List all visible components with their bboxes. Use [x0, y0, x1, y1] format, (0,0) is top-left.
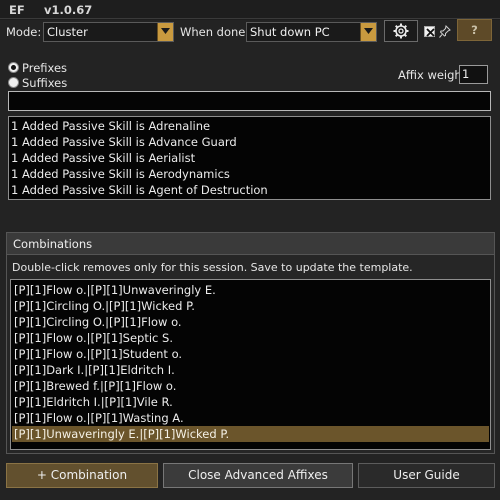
- pin-icon[interactable]: [439, 25, 451, 38]
- list-item[interactable]: [P][1]Eldritch I.|[P][1]Vile R.: [14, 394, 173, 410]
- list-item[interactable]: 1 Added Passive Skill is Agent of Destru…: [11, 182, 268, 198]
- affix-weight-label: Affix weight: [398, 68, 467, 82]
- list-item[interactable]: [P][1]Flow o.|[P][1]Wasting A.: [14, 410, 184, 426]
- when-done-value: Shut down PC: [250, 25, 330, 39]
- user-guide-button[interactable]: User Guide: [358, 463, 495, 488]
- list-item[interactable]: [P][1]Brewed f.|[P][1]Flow o.: [14, 378, 176, 394]
- when-done-dropdown[interactable]: Shut down PC: [246, 22, 377, 42]
- gear-icon: [393, 23, 409, 39]
- list-item[interactable]: [P][1]Dark I.|[P][1]Eldritch I.: [14, 362, 175, 378]
- title-divider: [0, 18, 500, 19]
- list-item[interactable]: 1 Added Passive Skill is Aerialist: [11, 150, 195, 166]
- combinations-title: Combinations: [13, 237, 93, 251]
- app-version: v1.0.67: [44, 3, 93, 17]
- app-name: EF: [9, 3, 25, 17]
- affix-weight-input[interactable]: 1: [459, 65, 488, 84]
- list-item-selected[interactable]: [P][1]Unwaveringly E.|[P][1]Wicked P.: [12, 426, 489, 442]
- list-item[interactable]: [P][1]Circling O.|[P][1]Flow o.: [14, 314, 182, 330]
- title-bar: EF v1.0.67: [0, 0, 500, 20]
- dropdown-arrow-icon[interactable]: [157, 23, 173, 41]
- combinations-header: Combinations: [7, 233, 494, 255]
- list-item[interactable]: 1 Added Passive Skill is Adrenaline: [11, 118, 210, 134]
- mode-dropdown[interactable]: Cluster: [43, 22, 174, 42]
- list-item[interactable]: 1 Added Passive Skill is Aerodynamics: [11, 166, 230, 182]
- add-combination-button[interactable]: + Combination: [6, 463, 158, 488]
- list-item[interactable]: [P][1]Circling O.|[P][1]Wicked P.: [14, 298, 195, 314]
- list-item[interactable]: 1 Added Passive Skill is Advance Guard: [11, 134, 237, 150]
- close-x-button[interactable]: [424, 26, 435, 37]
- list-item[interactable]: [P][1]Flow o.|[P][1]Septic S.: [14, 330, 173, 346]
- when-done-label: When done:: [180, 25, 250, 39]
- affix-filter-input[interactable]: [8, 91, 491, 111]
- suffixes-radio[interactable]: [8, 77, 19, 88]
- list-item[interactable]: [P][1]Flow o.|[P][1]Unwaveringly E.: [14, 282, 216, 298]
- mode-label: Mode:: [6, 25, 42, 39]
- combinations-hint: Double-click removes only for this sessi…: [12, 261, 413, 274]
- combinations-list[interactable]: [P][1]Flow o.|[P][1]Unwaveringly E. [P][…: [10, 279, 491, 450]
- combinations-panel: Combinations Double-click removes only f…: [6, 232, 495, 454]
- dropdown-arrow-icon[interactable]: [360, 23, 376, 41]
- suffixes-label[interactable]: Suffixes: [22, 76, 67, 90]
- settings-button[interactable]: [384, 20, 418, 42]
- close-advanced-affixes-button[interactable]: Close Advanced Affixes: [163, 463, 353, 488]
- prefixes-radio[interactable]: [8, 62, 19, 73]
- help-button[interactable]: ?: [457, 19, 492, 41]
- mode-value: Cluster: [47, 25, 88, 39]
- close-x-icon: [426, 28, 435, 37]
- prefixes-label[interactable]: Prefixes: [22, 61, 67, 75]
- affix-list[interactable]: 1 Added Passive Skill is Adrenaline 1 Ad…: [8, 116, 491, 200]
- list-item[interactable]: [P][1]Flow o.|[P][1]Student o.: [14, 346, 182, 362]
